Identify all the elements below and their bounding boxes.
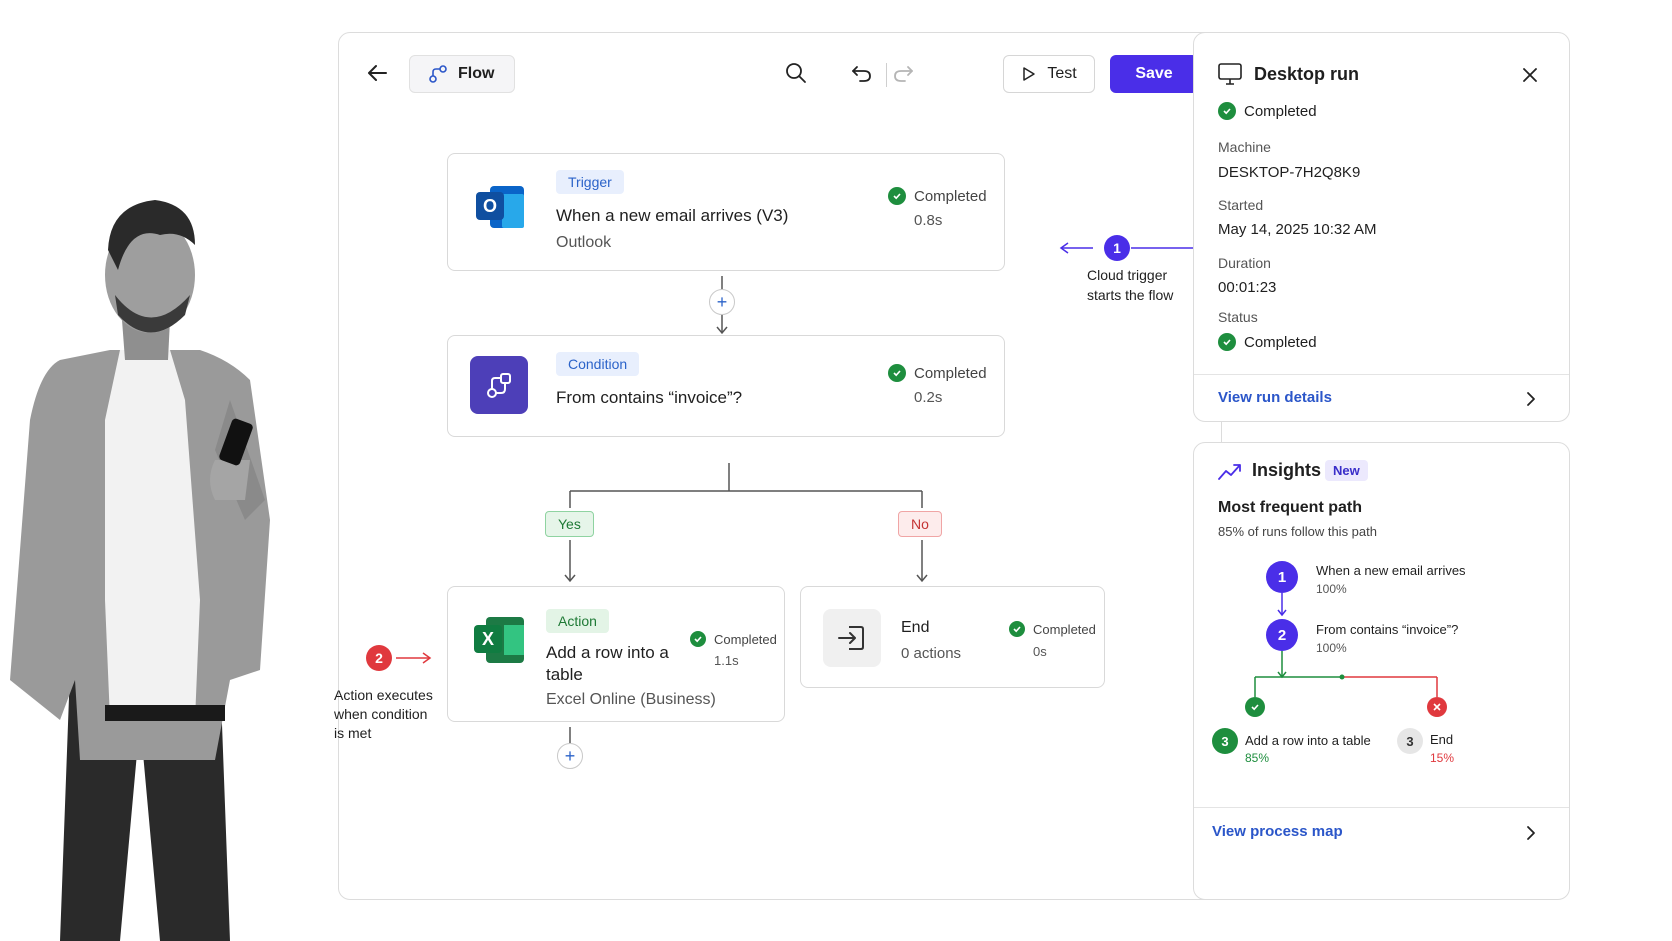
insights-panel: Insights New Most frequent path 85% of r… [1193,442,1570,900]
trigger-node[interactable]: O Trigger When a new email arrives (V3) … [447,153,1005,271]
callout-1-line2: starts the flow [1087,287,1174,303]
action-title-line1: Add a row into a [546,643,669,662]
end-status-label: Completed [1033,621,1096,637]
status-label: Status [1218,309,1258,325]
end-node[interactable]: End 0 actions Completed 0s [800,586,1105,688]
machine-label: Machine [1218,139,1271,155]
duration-value: 00:01:23 [1218,279,1277,296]
view-run-details-link[interactable]: View run details [1218,389,1332,406]
path-step-1-pct: 100% [1316,582,1347,596]
action-status-label: Completed [714,631,777,647]
panel-divider [1194,807,1569,808]
path-step-3b-title: End [1430,732,1454,747]
callout-2-badge: 2 [366,645,392,671]
outlook-icon: O [472,178,530,236]
callout-2-line3: is met [334,725,372,741]
action-status: Completed [690,631,777,647]
path-step-1-badge: 1 [1266,561,1298,593]
failure-x-icon [1427,697,1447,717]
condition-icon [470,356,528,414]
run-status-top: Completed [1218,102,1317,120]
path-step-2-title: From contains “invoice”? [1316,622,1459,637]
add-action-button[interactable]: + [557,743,583,769]
condition-node[interactable]: Condition From contains “invoice”? Compl… [447,335,1005,437]
condition-tag: Condition [556,352,640,376]
path-step-2-pct: 100% [1316,641,1347,655]
duration-label: Duration [1218,255,1271,271]
callout-1-line1: Cloud trigger [1087,267,1168,283]
path-step-1-title: When a new email arrives [1316,563,1466,578]
trigger-duration: 0.8s [914,212,943,229]
branch-no-tag[interactable]: No [898,511,942,537]
callout-2-line1: Action executes [334,687,433,703]
callout-2-line2: when condition [334,706,428,722]
check-circle-icon [690,631,706,647]
machine-value: DESKTOP-7H2Q8K9 [1218,164,1361,181]
desktop-run-panel: Desktop run Completed Machine DESKTOP-7H… [1193,32,1570,422]
end-duration: 0s [1033,644,1047,659]
started-value: May 14, 2025 10:32 AM [1218,221,1377,238]
trigger-status: Completed [888,187,987,205]
flow-designer-card: Flow Test Save O Trigger When a new emai… [338,32,1229,900]
chevron-right-icon[interactable] [1524,825,1538,841]
condition-duration: 0.2s [914,389,943,406]
end-status: Completed [1009,621,1096,637]
condition-title: From contains “invoice”? [556,388,743,407]
chevron-right-icon[interactable] [1524,391,1538,407]
trigger-tag: Trigger [556,170,624,194]
path-step-3b-pct: 15% [1430,751,1455,765]
add-step-button[interactable]: + [709,289,735,315]
path-step-3a-pct: 85% [1245,751,1270,765]
check-circle-icon [1009,621,1025,637]
check-circle-icon [888,187,906,205]
callout-2-arrow [396,652,432,664]
branch-yes-tag[interactable]: Yes [545,511,594,537]
check-circle-icon [1218,102,1236,120]
action-node[interactable]: X Action Add a row into a table Excel On… [447,586,785,722]
check-circle-icon [1218,333,1236,351]
excel-icon: X [470,611,528,669]
exit-icon [823,609,881,667]
desktop-run-title: Desktop run [1254,64,1360,84]
end-title: End [901,619,930,636]
run-status-top-label: Completed [1244,102,1317,120]
path-step-3b-badge: 3 [1397,728,1423,754]
action-subtitle: Excel Online (Business) [546,691,716,708]
condition-status-label: Completed [914,364,987,382]
run-status-value-label: Completed [1244,333,1317,351]
view-process-map-link[interactable]: View process map [1212,823,1343,840]
trigger-title: When a new email arrives (V3) [556,206,789,225]
path-step-3a-title: Add a row into a table [1245,733,1371,748]
person-illustration [10,200,270,941]
path-step-3a-badge: 3 [1212,728,1238,754]
trigger-status-label: Completed [914,187,987,205]
svg-text:X: X [482,629,494,649]
svg-text:O: O [483,196,497,216]
action-title-line2: table [546,665,583,684]
run-status-value: Completed [1218,333,1317,351]
monitor-icon [1218,63,1242,85]
trigger-subtitle: Outlook [556,234,612,251]
action-duration: 1.1s [714,653,739,668]
started-label: Started [1218,197,1264,213]
condition-status: Completed [888,364,987,382]
end-subtitle: 0 actions [901,645,962,662]
panel-divider [1194,374,1569,375]
close-icon[interactable] [1518,63,1542,87]
check-circle-icon [888,364,906,382]
success-check-icon [1245,697,1265,717]
action-tag: Action [546,609,609,633]
path-step-2-badge: 2 [1266,619,1298,651]
callout-1-badge: 1 [1104,235,1130,261]
